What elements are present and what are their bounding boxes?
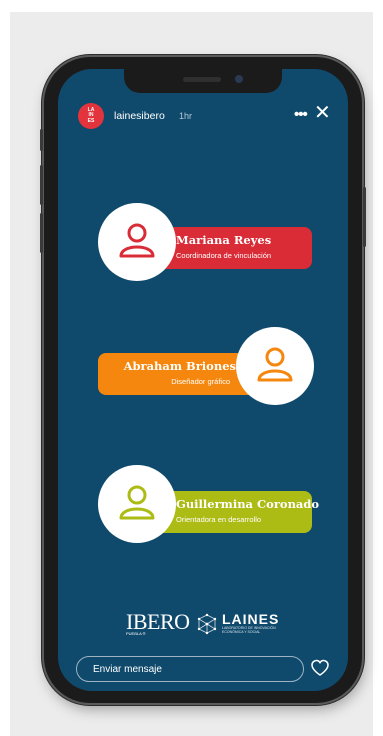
ibero-logo-sub: PUEBLA ®: [126, 631, 146, 636]
username[interactable]: lainesibero: [114, 110, 165, 122]
more-icon[interactable]: •••: [294, 106, 308, 123]
laines-logo-icon: [197, 613, 217, 635]
phone-side-button: [40, 165, 43, 205]
phone-side-button: [40, 129, 43, 151]
heart-icon[interactable]: [310, 659, 330, 677]
user-icon: [257, 347, 293, 382]
member-role: Coordinadora de vinculación: [176, 251, 272, 260]
story-screen[interactable]: LA IN ES lainesibero 1hr ••• ✕ Mariana R…: [58, 69, 348, 691]
avatar[interactable]: LA IN ES: [78, 103, 104, 129]
footer-logos: IBERO PUEBLA ® LAINES LABORATORIO DE INN…: [58, 609, 348, 639]
user-icon: [119, 485, 155, 520]
phone-frame: LA IN ES lainesibero 1hr ••• ✕ Mariana R…: [40, 57, 366, 703]
phone-side-button: [363, 187, 366, 247]
phone-side-button: [40, 213, 43, 253]
story-header: LA IN ES lainesibero 1hr ••• ✕: [58, 101, 348, 131]
member-name: Mariana Reyes: [176, 233, 272, 247]
member-name: Guillermina Coronado: [176, 497, 320, 511]
member-name: Abraham Briones: [123, 359, 236, 373]
laines-logo-sub: LABORATORIO DE INNOVACIÓN ECONÓMICA Y SO…: [222, 626, 276, 634]
user-icon: [119, 223, 155, 258]
close-icon[interactable]: ✕: [314, 103, 331, 123]
avatar-circle: [236, 327, 314, 405]
laines-logo: LAINES: [222, 611, 280, 627]
member-role: Diseñador gráfico: [171, 377, 230, 386]
story-time: 1hr: [179, 111, 193, 121]
member-role: Orientadora en desarrollo: [176, 515, 262, 524]
speaker: [183, 77, 221, 82]
camera: [235, 75, 243, 83]
phone-notch: [124, 69, 282, 93]
message-input[interactable]: Enviar mensaje: [76, 656, 304, 682]
avatar-circle: [98, 203, 176, 281]
avatar-circle: [98, 465, 176, 543]
